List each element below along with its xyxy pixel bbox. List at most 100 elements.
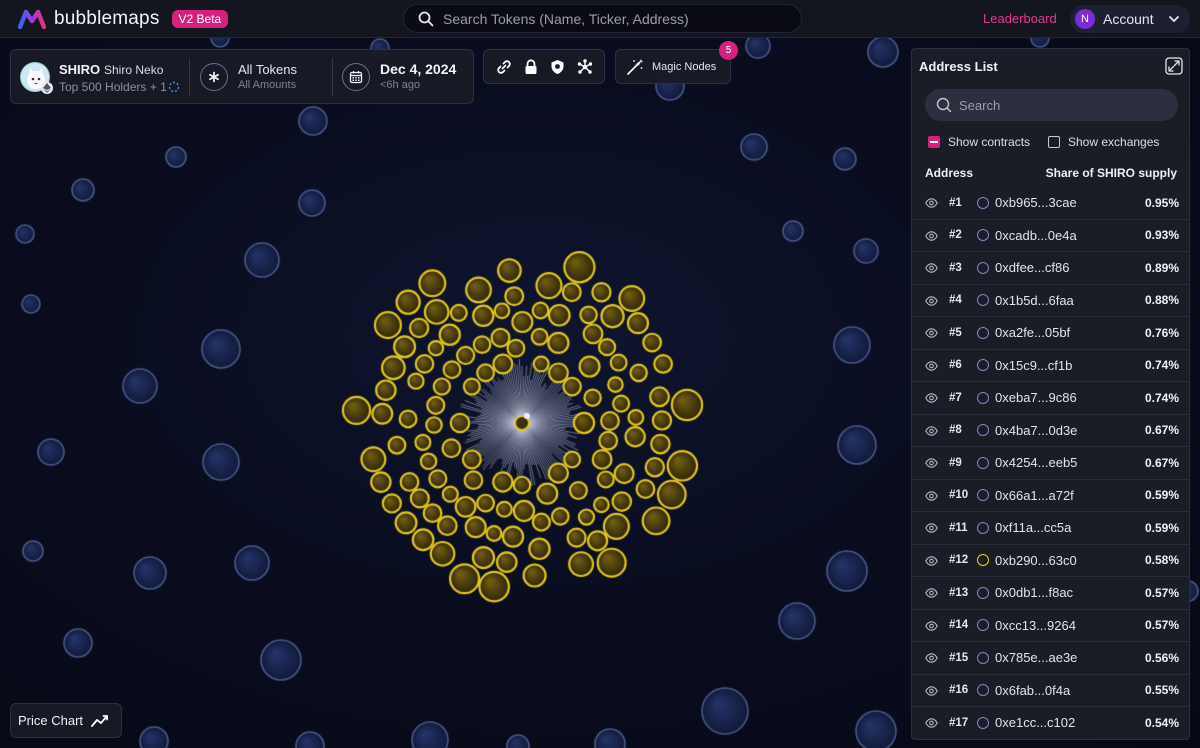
address-row[interactable]: #12 0xb290...63c0 0.58% [912, 545, 1189, 577]
address-row[interactable]: #2 0xcadb...0e4a 0.93% [912, 220, 1189, 252]
wallet-address[interactable]: 0x4254...eeb5 [995, 455, 1077, 470]
eye-icon[interactable] [925, 588, 938, 598]
address-row[interactable]: #4 0x1b5d...6faa 0.88% [912, 285, 1189, 317]
eye-icon[interactable] [925, 360, 938, 371]
wallet-address[interactable]: 0xb965...3cae [995, 195, 1077, 210]
eye-icon[interactable] [925, 393, 938, 403]
wallet-address[interactable]: 0xb290...63c0 [995, 553, 1077, 568]
column-header-address[interactable]: Address [925, 166, 973, 180]
eye-icon[interactable] [925, 295, 938, 306]
address-row[interactable]: #13 0x0db1...f8ac 0.57% [912, 577, 1189, 610]
wallet-address[interactable]: 0xe1cc...c102 [995, 715, 1075, 730]
eye-icon[interactable] [925, 653, 938, 663]
wallet-address[interactable]: 0xeba7...9c86 [995, 390, 1077, 405]
shield-icon[interactable] [547, 56, 569, 78]
address-search[interactable] [925, 89, 1178, 121]
account-menu-button[interactable]: N Account [1070, 5, 1190, 33]
network-icon[interactable] [574, 56, 596, 78]
column-header-share[interactable]: Share of SHIRO supply [1046, 166, 1177, 180]
map-toolbar [483, 49, 605, 84]
brand-logo[interactable]: bubblemaps V2 Beta [18, 8, 229, 30]
bubble-color-dot [977, 391, 989, 404]
show-exchanges-checkbox[interactable] [1048, 136, 1060, 148]
eye-icon[interactable] [925, 523, 938, 533]
expand-icon[interactable] [1165, 57, 1183, 75]
address-row[interactable]: #7 0xeba7...9c86 0.74% [912, 382, 1189, 415]
holders-filter[interactable]: Top 500 Holders + 1 [59, 80, 167, 94]
supply-share: 0.93% [1144, 228, 1179, 243]
token-search[interactable] [403, 4, 802, 33]
token-name: Shiro Neko [104, 63, 164, 77]
eye-icon[interactable] [925, 328, 938, 338]
date-picker-button[interactable] [342, 63, 370, 91]
show-contracts-checkbox[interactable] [928, 136, 940, 148]
address-row[interactable]: #16 0x6fab...0f4a 0.55% [912, 675, 1189, 707]
supply-share: 0.76% [1144, 325, 1179, 340]
top-bar: bubblemaps V2 Beta Leaderboard N Account [0, 0, 1200, 38]
address-rank: #4 [949, 294, 962, 307]
eye-icon[interactable] [925, 490, 938, 501]
address-rank: #6 [949, 359, 962, 372]
wallet-address[interactable]: 0x15c9...cf1b [995, 358, 1072, 373]
address-search-input[interactable] [959, 97, 1159, 113]
wallet-address[interactable]: 0xcadb...0e4a [995, 228, 1077, 243]
show-contracts-toggle[interactable]: Show contracts [928, 135, 1030, 149]
address-row[interactable]: #5 0xa2fe...05bf 0.76% [912, 317, 1189, 350]
snapshot-date[interactable]: Dec 4, 2024 [380, 61, 456, 77]
bubble-color-dot [977, 651, 989, 664]
address-rank: #13 [949, 586, 969, 599]
wallet-address[interactable]: 0xdfee...cf86 [995, 260, 1069, 275]
eye-icon[interactable] [925, 198, 938, 208]
wallet-address[interactable]: 0x6fab...0f4a [995, 683, 1070, 698]
eye-icon[interactable] [925, 230, 938, 241]
address-row[interactable]: #1 0xb965...3cae 0.95% [912, 187, 1189, 220]
wallet-address[interactable]: 0x785e...ae3e [995, 650, 1077, 665]
supply-share: 0.67% [1144, 423, 1179, 438]
address-row[interactable]: #15 0x785e...ae3e 0.56% [912, 642, 1189, 675]
address-row[interactable]: #8 0x4ba7...0d3e 0.67% [912, 415, 1189, 447]
supply-share: 0.56% [1144, 650, 1179, 665]
wallet-address[interactable]: 0x4ba7...0d3e [995, 423, 1077, 438]
wallet-address[interactable]: 0x1b5d...6faa [995, 293, 1074, 308]
wallet-address[interactable]: 0xf11a...cc5a [995, 520, 1071, 535]
eye-icon[interactable] [925, 718, 938, 728]
bubble-color-dot [977, 456, 989, 469]
supply-share: 0.95% [1144, 195, 1179, 210]
bubble-color-dot [977, 196, 989, 209]
amounts-filter-label: All Amounts [238, 79, 297, 91]
link-icon[interactable] [493, 56, 515, 78]
token-search-input[interactable] [443, 10, 773, 27]
magic-wand-icon [627, 58, 644, 75]
eye-icon[interactable] [925, 620, 938, 631]
wallet-address[interactable]: 0x66a1...a72f [995, 488, 1074, 503]
address-row[interactable]: #3 0xdfee...cf86 0.89% [912, 252, 1189, 285]
wallet-address[interactable]: 0x0db1...f8ac [995, 585, 1073, 600]
eye-icon[interactable] [925, 555, 938, 566]
panel-title: Address List [919, 59, 998, 74]
show-exchanges-label: Show exchanges [1068, 135, 1160, 149]
eye-icon[interactable] [925, 458, 938, 468]
price-chart-label: Price Chart [18, 713, 84, 728]
bubble-color-dot [977, 326, 989, 339]
address-row[interactable]: #10 0x66a1...a72f 0.59% [912, 480, 1189, 512]
address-row[interactable]: #11 0xf11a...cc5a 0.59% [912, 512, 1189, 545]
wallet-address[interactable]: 0xcc13...9264 [995, 618, 1076, 633]
address-row[interactable]: #6 0x15c9...cf1b 0.74% [912, 350, 1189, 382]
lock-icon[interactable] [520, 56, 542, 78]
leaderboard-link[interactable]: Leaderboard [983, 11, 1057, 26]
price-chart-button[interactable]: Price Chart [10, 703, 122, 738]
bubble-color-dot [977, 424, 989, 437]
divider [332, 58, 333, 96]
address-row[interactable]: #17 0xe1cc...c102 0.54% [912, 707, 1189, 739]
tokens-filter-label[interactable]: All Tokens [238, 62, 297, 77]
token-filter-button[interactable] [200, 63, 228, 91]
eye-icon[interactable] [925, 263, 938, 273]
show-exchanges-toggle[interactable]: Show exchanges [1048, 135, 1159, 149]
wallet-address[interactable]: 0xa2fe...05bf [995, 325, 1070, 340]
magic-nodes-button[interactable]: Magic Nodes [615, 49, 731, 84]
brand-name: bubblemaps [54, 8, 160, 29]
address-row[interactable]: #9 0x4254...eeb5 0.67% [912, 447, 1189, 480]
eye-icon[interactable] [925, 685, 938, 696]
eye-icon[interactable] [925, 425, 938, 436]
address-row[interactable]: #14 0xcc13...9264 0.57% [912, 610, 1189, 642]
